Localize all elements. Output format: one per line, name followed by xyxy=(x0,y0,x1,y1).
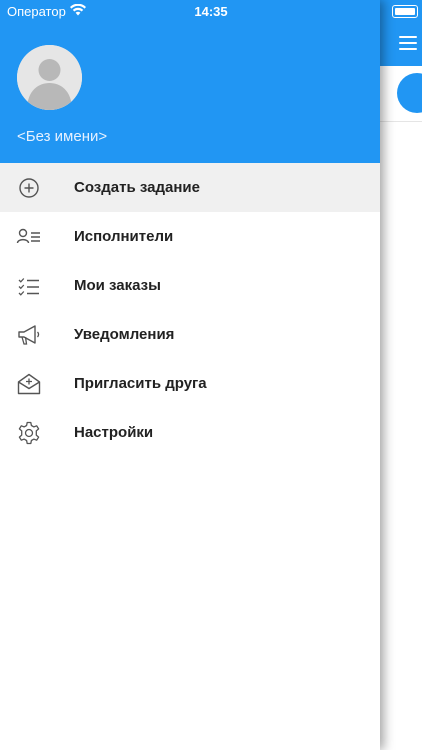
avatar-placeholder-icon xyxy=(17,45,82,110)
hamburger-menu-icon[interactable] xyxy=(399,36,417,50)
menu-item-settings[interactable]: Настройки xyxy=(0,408,380,457)
menu-item-performers[interactable]: Исполнители xyxy=(0,212,380,261)
menu-item-label: Исполнители xyxy=(74,228,174,245)
menu-item-label: Пригласить друга xyxy=(74,375,207,392)
drawer-header: Оператор <Без имени> xyxy=(0,0,380,163)
background-screen xyxy=(380,0,422,750)
menu-item-create-task[interactable]: Создать задание xyxy=(0,163,380,212)
menu-item-label: Создать задание xyxy=(74,179,200,196)
user-name[interactable]: <Без имени> xyxy=(17,128,107,145)
menu-item-label: Настройки xyxy=(74,424,154,441)
menu-item-my-orders[interactable]: Мои заказы xyxy=(0,261,380,310)
plus-circle-icon xyxy=(16,175,42,201)
status-time: 14:35 xyxy=(194,4,228,19)
menu-item-label: Уведомления xyxy=(74,326,175,343)
drawer-menu: Создать задание Исполнители Мои заказы У… xyxy=(0,163,380,457)
gear-icon xyxy=(16,420,42,446)
checklist-icon xyxy=(16,273,42,299)
menu-item-invite-friend[interactable]: Пригласить друга xyxy=(0,359,380,408)
person-list-icon xyxy=(16,224,42,250)
menu-item-label: Мои заказы xyxy=(74,277,161,294)
mail-invite-icon xyxy=(16,371,42,397)
menu-item-notifications[interactable]: Уведомления xyxy=(0,310,380,359)
avatar[interactable] xyxy=(17,45,82,110)
navigation-drawer: Оператор <Без имени> Создать задание Исп… xyxy=(0,0,380,750)
megaphone-icon xyxy=(16,322,42,348)
